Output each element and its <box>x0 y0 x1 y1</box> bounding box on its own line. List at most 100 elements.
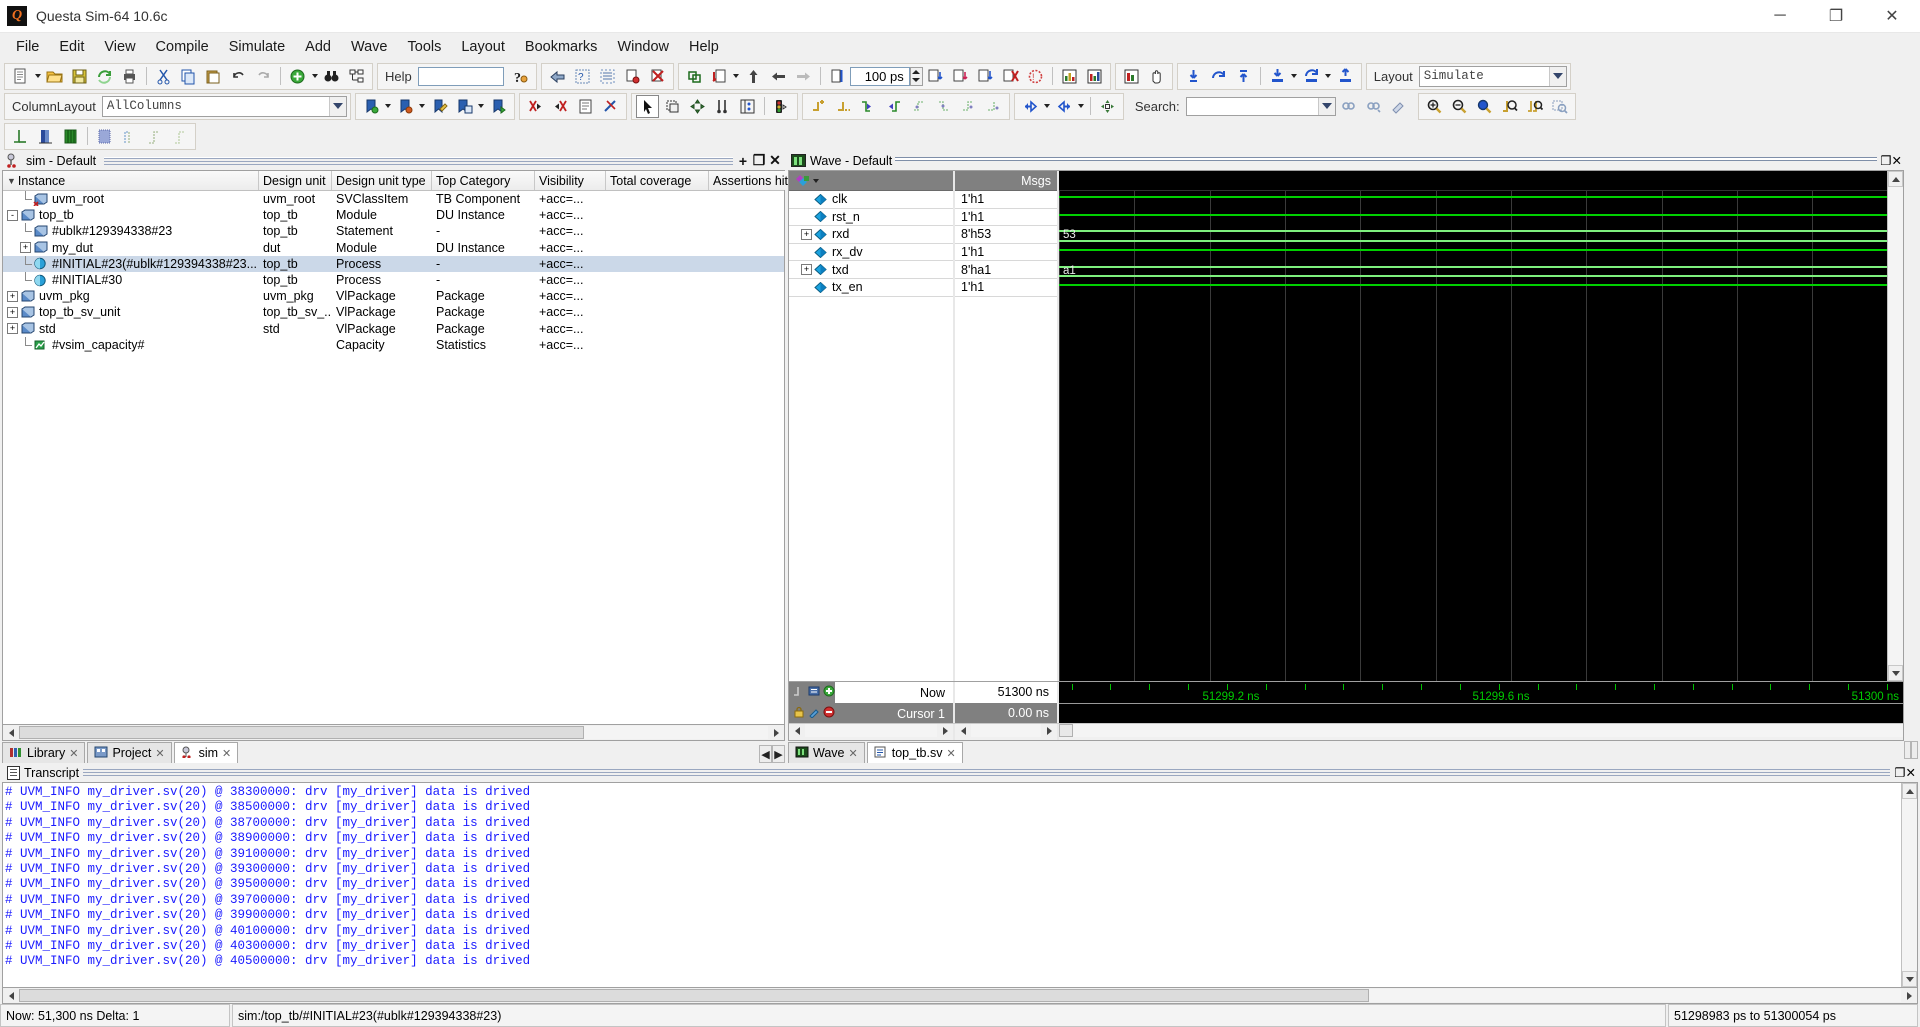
scroll-down-icon[interactable] <box>1888 665 1903 681</box>
find-next-transition-icon[interactable] <box>1207 65 1230 88</box>
chevron-down-icon[interactable] <box>1317 97 1335 115</box>
edit-mode-icon[interactable] <box>736 95 759 118</box>
clear-all-cursors-icon[interactable] <box>599 95 622 118</box>
transcript-vertical-scrollbar[interactable] <box>1901 783 1917 987</box>
undo-icon[interactable] <box>227 65 250 88</box>
analog-interpolated-icon[interactable] <box>34 125 57 148</box>
menu-item-window[interactable]: Window <box>607 36 679 58</box>
table-row[interactable]: #INITIAL#30 top_tb Process - +acc=... <box>3 272 784 288</box>
table-row[interactable]: uvm_root uvm_root SVClassItem TB Component +… <box>3 191 784 207</box>
scroll-up-icon[interactable] <box>1888 171 1903 187</box>
help-input[interactable] <box>417 66 504 86</box>
tab-library[interactable]: Library ✕ <box>2 742 86 763</box>
save-bookmark-icon[interactable] <box>453 95 476 118</box>
scroll-right-icon[interactable] <box>937 724 953 738</box>
breakpoint-icon[interactable] <box>770 95 793 118</box>
column-header-top-category[interactable]: Top Category <box>432 171 535 190</box>
edit-wave-2-icon[interactable] <box>932 95 955 118</box>
zoom-in-icon[interactable] <box>1423 95 1446 118</box>
insert-cursor-icon[interactable] <box>807 95 830 118</box>
table-row[interactable]: #INITIAL#23(#ublk#129394338#23... top_tb P… <box>3 255 784 272</box>
transcript-grip[interactable] <box>83 768 1891 777</box>
scroll-right-icon[interactable] <box>1041 724 1057 738</box>
wave-signal-row[interactable]: + txd <box>789 261 953 279</box>
table-row[interactable]: + top_tb_sv_unit top_tb_sv_... VlPackage Pac… <box>3 304 784 320</box>
expand-right-dropdown-icon[interactable] <box>1077 95 1086 118</box>
expand-icon[interactable]: + <box>7 306 18 318</box>
run-length-spinner[interactable] <box>909 66 923 86</box>
sim-pane-undock-button[interactable]: ❐ <box>751 152 767 169</box>
find-previous-transition-icon[interactable] <box>1182 65 1205 88</box>
save-icon[interactable] <box>68 65 91 88</box>
wave-vscroll-track[interactable] <box>1888 187 1903 665</box>
column-header-visibility[interactable]: Visibility <box>535 171 606 190</box>
run-icon[interactable] <box>742 65 765 88</box>
stop-icon[interactable] <box>999 65 1022 88</box>
menu-item-edit[interactable]: Edit <box>49 36 94 58</box>
search-input-combo[interactable] <box>1185 96 1336 116</box>
collapse-icon[interactable]: - <box>7 209 18 221</box>
move-cursor-right-icon[interactable] <box>882 95 905 118</box>
wave-values-hscroll[interactable] <box>955 724 1059 740</box>
wave-signal-row[interactable]: tx_en <box>789 278 953 297</box>
wave-signal-row[interactable]: + rxd <box>789 226 953 244</box>
delete-bookmark-icon[interactable] <box>394 95 417 118</box>
cursor-lock-icon[interactable] <box>793 706 806 721</box>
menu-item-tools[interactable]: Tools <box>398 36 452 58</box>
transcript-horizontal-scrollbar[interactable] <box>2 988 1918 1004</box>
zoom-cursor-icon[interactable] <box>1498 95 1521 118</box>
tab-close-icon[interactable]: ✕ <box>222 747 231 760</box>
minimize-button[interactable]: ─ <box>1752 0 1808 33</box>
save-bookmark-dropdown-icon[interactable] <box>477 95 486 118</box>
columnlayout-select[interactable]: AllColumns <box>101 95 347 117</box>
end-simulation-icon[interactable] <box>646 65 669 88</box>
tab-close-icon[interactable]: ✕ <box>155 747 164 760</box>
wave-names-hscroll[interactable] <box>789 724 955 740</box>
cursor-add-icon[interactable] <box>793 685 806 700</box>
coverage-bar-icon[interactable] <box>1120 65 1143 88</box>
simulate-options-icon[interactable] <box>621 65 644 88</box>
wave-signal-row[interactable]: clk <box>789 191 953 209</box>
load-bookmark-icon[interactable] <box>487 95 510 118</box>
wave-names-dropdown-icon[interactable] <box>811 169 820 192</box>
new-file-icon[interactable] <box>9 65 32 88</box>
table-row[interactable]: + my_dut dut Module DU Instance +acc=... <box>3 240 784 256</box>
goto-marker-icon[interactable] <box>1334 65 1357 88</box>
redo-icon[interactable] <box>252 65 275 88</box>
close-button[interactable]: ✕ <box>1864 0 1920 33</box>
zoom-last-icon[interactable] <box>1548 95 1571 118</box>
wave-canvas[interactable]: 53 a1 <box>1059 191 1887 681</box>
search-next-icon[interactable] <box>1362 95 1385 118</box>
add-wave-green-icon[interactable] <box>286 65 309 88</box>
reload-icon[interactable] <box>683 65 706 88</box>
sim-pane-close-button[interactable]: ✕ <box>767 152 783 169</box>
structure-icon[interactable] <box>345 65 368 88</box>
insert-cursor-dotted-icon[interactable] <box>832 95 855 118</box>
add-bookmark-icon[interactable] <box>360 95 383 118</box>
sim-horizontal-scrollbar[interactable] <box>2 725 785 741</box>
sim-hscroll-track[interactable] <box>584 726 768 739</box>
column-header-design-unit[interactable]: Design unit <box>259 171 332 190</box>
expand-icon[interactable]: + <box>801 264 812 276</box>
sim-hscroll-thumb[interactable] <box>19 726 584 739</box>
tab-top-tb-sv[interactable]: top_tb.sv ✕ <box>866 742 963 763</box>
table-row[interactable]: + uvm_pkg uvm_pkg VlPackage Package +acc=... <box>3 288 784 304</box>
find-previous-marker-dropdown-icon[interactable] <box>1290 65 1299 88</box>
wave-footer-row-now[interactable]: Now <box>789 682 953 703</box>
wave-pane-close-button[interactable]: ✕ <box>1892 153 1902 168</box>
edit-bookmark-icon[interactable] <box>428 95 451 118</box>
expand-icon[interactable]: + <box>7 323 18 335</box>
scroll-left-icon[interactable] <box>789 724 805 738</box>
expand-left-icon[interactable] <box>1019 95 1042 118</box>
restart-dropdown-icon[interactable] <box>732 65 741 88</box>
simulate-icon[interactable] <box>596 65 619 88</box>
zoom-select-mode-icon[interactable] <box>661 95 684 118</box>
chevron-down-icon[interactable] <box>328 96 346 116</box>
search-previous-icon[interactable] <box>1337 95 1360 118</box>
wave-vertical-scrollbar[interactable] <box>1887 171 1903 681</box>
table-row[interactable]: + std std VlPackage Package +acc=... <box>3 321 784 337</box>
search-input[interactable] <box>1186 97 1318 115</box>
expand-all-icon[interactable] <box>1096 95 1119 118</box>
menu-item-add[interactable]: Add <box>295 36 341 58</box>
transcript-text[interactable]: # UVM_INFO my_driver.sv(20) @ 38300000: … <box>3 783 1901 987</box>
